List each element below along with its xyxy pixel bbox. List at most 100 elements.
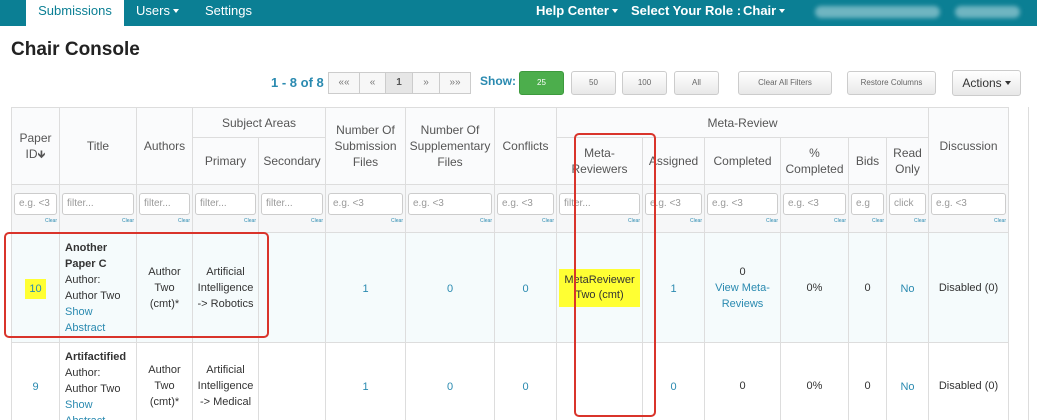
page-info: 1 - 8 of 8: [271, 75, 324, 90]
filter-supplementary-files[interactable]: e.g. <3: [408, 192, 492, 215]
header-read-only[interactable]: Read Only: [886, 137, 929, 185]
prev-page-button[interactable]: «: [359, 72, 386, 94]
bids-cell: 0: [848, 232, 887, 343]
tab-submissions[interactable]: Submissions: [26, 0, 124, 26]
submission-files-link[interactable]: 1: [362, 381, 368, 393]
filter-secondary[interactable]: filter...: [261, 192, 323, 215]
filter-authors[interactable]: filter...: [139, 192, 190, 215]
filter-assigned[interactable]: e.g. <3: [645, 192, 702, 215]
header-subject-areas: Subject Areas: [192, 107, 326, 138]
first-page-button[interactable]: ««: [328, 72, 360, 94]
filter-conflicts[interactable]: e.g. <3: [497, 192, 554, 215]
header-completed[interactable]: Completed: [704, 137, 781, 185]
clear-link[interactable]: Clear: [851, 217, 884, 225]
help-center-menu[interactable]: Help Center: [536, 0, 618, 26]
last-page-button[interactable]: »»: [439, 72, 471, 94]
clear-link[interactable]: Clear: [261, 217, 323, 225]
chevron-down-icon: [611, 8, 618, 13]
conflicts-link[interactable]: 0: [522, 381, 528, 393]
assigned-link[interactable]: 1: [670, 283, 676, 295]
page-title: Chair Console: [11, 39, 140, 60]
header-supplementary-files[interactable]: Number Of Supplementary Files: [405, 107, 495, 185]
header-submission-files[interactable]: Number Of Submission Files: [325, 107, 406, 185]
show-25-button[interactable]: 25: [519, 71, 564, 95]
actions-button[interactable]: Actions: [952, 70, 1021, 96]
author-name: Author Two: [65, 383, 121, 395]
actions-label: Actions: [962, 76, 1002, 90]
completed-count: 0: [739, 265, 746, 278]
clear-link[interactable]: Clear: [62, 217, 134, 225]
submission-files-link[interactable]: 1: [362, 283, 368, 295]
clear-link[interactable]: Clear: [497, 217, 554, 225]
header-conflicts[interactable]: Conflicts: [494, 107, 557, 185]
clear-link[interactable]: Clear: [783, 217, 846, 225]
tab-settings[interactable]: Settings: [205, 0, 252, 26]
clear-link[interactable]: Clear: [559, 217, 640, 225]
view-meta-reviews-link[interactable]: View Meta-Reviews: [707, 280, 778, 312]
header-primary[interactable]: Primary: [192, 137, 259, 185]
next-page-button[interactable]: »: [412, 72, 440, 94]
clear-link[interactable]: Clear: [139, 217, 190, 225]
filter-paper-id[interactable]: e.g. <3: [14, 192, 57, 215]
clear-link[interactable]: Clear: [195, 217, 256, 225]
chevron-down-icon: [779, 8, 786, 13]
paper-id-link[interactable]: 9: [32, 381, 38, 393]
show-abstract-link[interactable]: Show Abstract: [65, 304, 134, 336]
read-only-link[interactable]: No: [900, 283, 914, 295]
paper-id-link[interactable]: 10: [25, 278, 46, 299]
header-discussion[interactable]: Discussion: [928, 107, 1009, 185]
header-meta-review: Meta-Review: [556, 107, 929, 138]
filter-submission-files[interactable]: e.g. <3: [328, 192, 403, 215]
show-all-button[interactable]: All: [674, 71, 719, 95]
bids-cell: 0: [848, 342, 887, 420]
top-nav: Submissions Users Settings Help Center S…: [0, 0, 1037, 26]
filter-read-only[interactable]: click: [889, 192, 926, 215]
filter-title[interactable]: filter...: [62, 192, 134, 215]
clear-link[interactable]: Clear: [328, 217, 403, 225]
filter-primary[interactable]: filter...: [195, 192, 256, 215]
show-50-button[interactable]: 50: [571, 71, 616, 95]
clear-link[interactable]: Clear: [707, 217, 778, 225]
show-100-button[interactable]: 100: [622, 71, 667, 95]
role-menu[interactable]: Chair: [743, 0, 786, 26]
page-1-button[interactable]: 1: [385, 72, 413, 94]
header-assigned[interactable]: Assigned: [642, 137, 705, 185]
header-secondary[interactable]: Secondary: [258, 137, 326, 185]
assigned-link[interactable]: 0: [670, 381, 676, 393]
clear-link[interactable]: Clear: [931, 217, 1006, 225]
restore-columns-button[interactable]: Restore Columns: [847, 71, 936, 95]
header-bids[interactable]: Bids: [848, 137, 887, 185]
clear-link[interactable]: Clear: [889, 217, 926, 225]
tab-users-label: Users: [136, 3, 170, 18]
filter-pct-completed[interactable]: e.g. <3: [783, 192, 846, 215]
filter-row: e.g. <3 Clear filter... Clear filter... Cle…: [11, 184, 1009, 233]
header-paper-id-label: Paper ID: [19, 130, 52, 161]
filter-discussion[interactable]: e.g. <3: [931, 192, 1006, 215]
header-meta-reviewers[interactable]: Meta-Reviewers: [556, 137, 643, 185]
conflicts-link[interactable]: 0: [522, 283, 528, 295]
clear-link[interactable]: Clear: [645, 217, 702, 225]
sort-down-icon: 🡻: [37, 148, 46, 161]
filter-meta-reviewers[interactable]: filter...: [559, 192, 640, 215]
show-abstract-link[interactable]: Show Abstract: [65, 397, 134, 420]
header-title[interactable]: Title: [59, 107, 137, 185]
supplementary-files-link[interactable]: 0: [447, 381, 453, 393]
account-menu-redacted[interactable]: [955, 6, 1020, 18]
supplementary-files-link[interactable]: 0: [447, 283, 453, 295]
header-paper-id[interactable]: Paper ID🡻: [11, 107, 60, 185]
filter-completed[interactable]: e.g. <3: [707, 192, 778, 215]
clear-link[interactable]: Clear: [14, 217, 57, 225]
header-authors[interactable]: Authors: [136, 107, 193, 185]
clear-link[interactable]: Clear: [408, 217, 492, 225]
chevron-down-icon: [1004, 80, 1011, 85]
author-name: Author Two: [65, 289, 121, 302]
filter-bids[interactable]: e.g: [851, 192, 884, 215]
pct-completed-cell: 0%: [780, 232, 849, 343]
read-only-link[interactable]: No: [900, 381, 914, 393]
header-pct-completed[interactable]: % Completed: [780, 137, 849, 185]
user-name-redacted[interactable]: [815, 6, 940, 18]
tab-users[interactable]: Users: [136, 0, 179, 26]
secondary-subject-cell: [258, 232, 326, 343]
completed-count: 0: [704, 342, 781, 420]
clear-all-filters-button[interactable]: Clear All Filters: [738, 71, 832, 95]
